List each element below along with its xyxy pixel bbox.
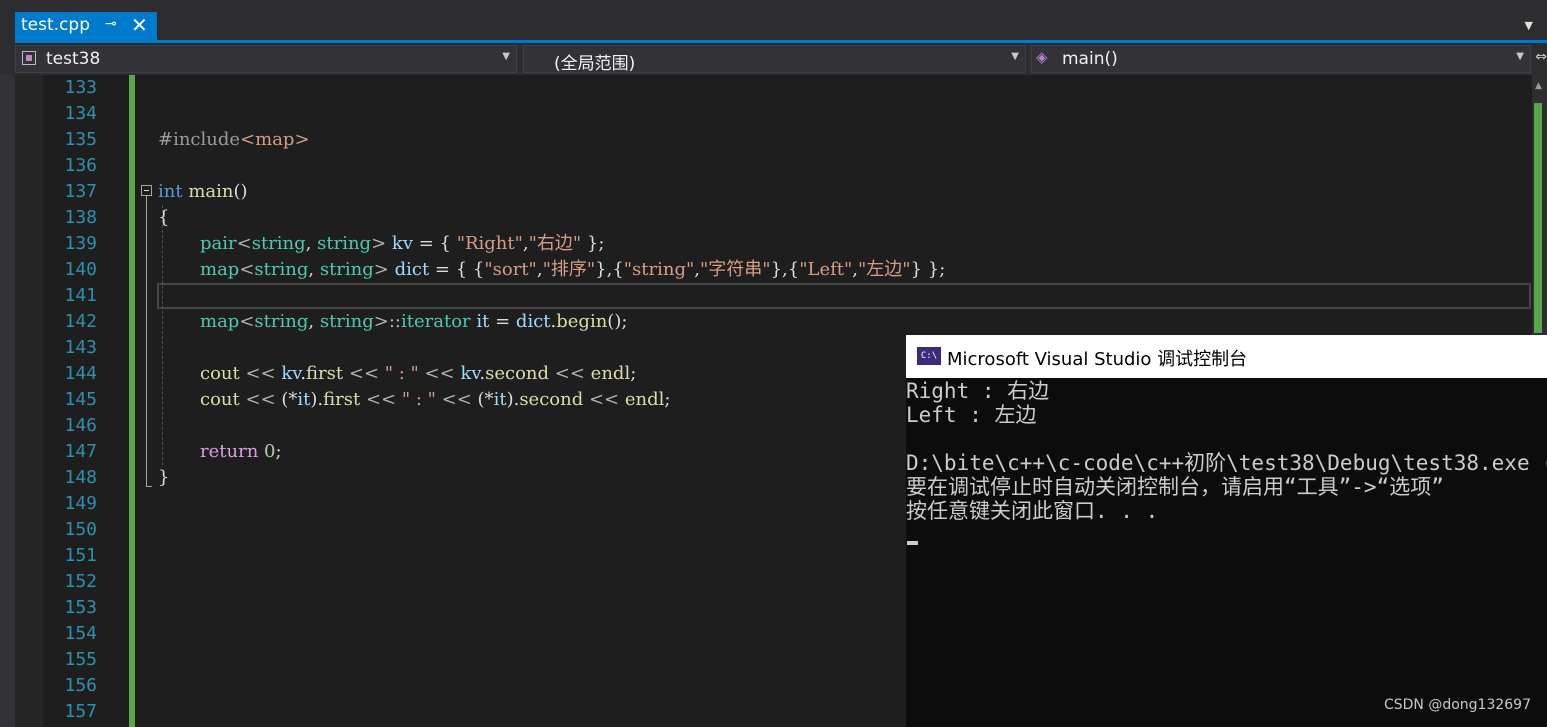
line-number: 157 bbox=[64, 701, 97, 722]
code-line-144[interactable]: cout << kv.first << " : " << kv.second <… bbox=[200, 361, 636, 387]
code-line-137[interactable]: int main() bbox=[158, 179, 248, 205]
console-title: Microsoft Visual Studio 调试控制台 bbox=[947, 349, 1248, 370]
line-number: 142 bbox=[64, 311, 97, 332]
line-number: 147 bbox=[64, 441, 97, 462]
tab-title[interactable]: test.cpp bbox=[21, 15, 90, 35]
line-number: 148 bbox=[64, 467, 97, 488]
line-number: 145 bbox=[64, 389, 97, 410]
line-number: 144 bbox=[64, 363, 97, 384]
console-cursor bbox=[907, 541, 918, 545]
console-line: Left : 左边 bbox=[906, 403, 1037, 427]
line-number: 136 bbox=[64, 155, 97, 176]
code-line-147[interactable]: return 0; bbox=[200, 439, 282, 465]
line-number: 141 bbox=[64, 285, 97, 306]
console-line: 要在调试停止时自动关闭控制台，请启用“工具”->“选项” bbox=[906, 475, 1444, 499]
close-icon[interactable]: ✕ bbox=[131, 14, 148, 36]
line-number: 155 bbox=[64, 649, 97, 670]
line-number: 146 bbox=[64, 415, 97, 436]
line-number: 143 bbox=[64, 337, 97, 358]
code-line-142[interactable]: map<string, string>::iterator it = dict.… bbox=[200, 309, 627, 335]
line-number: 153 bbox=[64, 597, 97, 618]
console-line: 按任意键关闭此窗口. . . bbox=[906, 499, 1159, 523]
outline-line bbox=[146, 196, 147, 486]
line-number: 151 bbox=[64, 545, 97, 566]
tab-dropdown-icon[interactable]: ▼ bbox=[1525, 19, 1533, 32]
line-number: 135 bbox=[64, 129, 97, 150]
chevron-down-icon[interactable]: ▼ bbox=[1516, 51, 1524, 62]
pin-icon[interactable]: ⊸ bbox=[105, 16, 117, 32]
scroll-up-icon[interactable]: ▲ bbox=[1535, 81, 1542, 91]
line-number: 154 bbox=[64, 623, 97, 644]
left-margin-strip bbox=[0, 75, 15, 727]
code-line-140[interactable]: map<string, string> dict = { {"sort","排序… bbox=[200, 257, 945, 283]
line-number: 152 bbox=[64, 571, 97, 592]
indicator-margin bbox=[15, 75, 43, 727]
split-editor-icon[interactable]: ⇔ bbox=[1535, 49, 1547, 65]
project-name: test38 bbox=[46, 49, 101, 69]
console-line: D:\bite\c++\c-code\c++初阶\test38\Debug\te… bbox=[906, 451, 1547, 475]
project-dropdown[interactable]: test38 ▼ bbox=[15, 45, 517, 73]
chevron-down-icon[interactable]: ▼ bbox=[502, 51, 510, 62]
change-tracking-bar bbox=[129, 75, 135, 727]
line-number: 137 bbox=[64, 181, 97, 202]
line-number: 139 bbox=[64, 233, 97, 254]
code-line-138[interactable]: { bbox=[158, 205, 169, 231]
console-app-icon: C:\ bbox=[917, 347, 941, 365]
member-dropdown[interactable]: ◈ main() ▼ bbox=[1031, 45, 1531, 73]
member-name: main() bbox=[1062, 49, 1118, 69]
code-line-148[interactable]: } bbox=[158, 465, 169, 491]
debug-console-window[interactable]: C:\ Microsoft Visual Studio 调试控制台 Right … bbox=[906, 335, 1547, 727]
code-line-135[interactable]: #include<map> bbox=[158, 127, 310, 153]
tab-test-cpp[interactable]: test.cpp ⊸ ✕ bbox=[15, 12, 157, 40]
console-title-bar[interactable]: C:\ Microsoft Visual Studio 调试控制台 bbox=[906, 335, 1547, 378]
scope-name: (全局范围) bbox=[554, 54, 636, 74]
scrollbar-thumb[interactable] bbox=[1534, 103, 1542, 333]
indent-guide bbox=[162, 205, 163, 465]
scope-dropdown[interactable]: (全局范围) ▼ bbox=[523, 45, 1026, 74]
line-number: 140 bbox=[64, 259, 97, 280]
code-line-145[interactable]: cout << (*it).first << " : " << (*it).se… bbox=[200, 387, 670, 413]
chevron-down-icon[interactable]: ▼ bbox=[1011, 51, 1019, 62]
project-icon bbox=[22, 51, 36, 65]
line-number: 156 bbox=[64, 675, 97, 696]
console-line: Right : 右边 bbox=[906, 379, 1050, 403]
navigation-bar: test38 ▼ (全局范围) ▼ ◈ main() ▼ ⇔ bbox=[0, 43, 1547, 75]
line-number: 133 bbox=[64, 77, 97, 98]
line-number: 150 bbox=[64, 519, 97, 540]
line-number: 134 bbox=[64, 103, 97, 124]
line-number: 138 bbox=[64, 207, 97, 228]
line-number: 149 bbox=[64, 493, 97, 514]
document-tab-strip: test.cpp ⊸ ✕ ▼ bbox=[0, 0, 1547, 40]
method-icon: ◈ bbox=[1036, 48, 1048, 66]
outline-end bbox=[146, 486, 152, 487]
code-line-139[interactable]: pair<string, string> kv = { "Right","右边"… bbox=[200, 231, 604, 257]
current-line-highlight bbox=[157, 283, 1531, 309]
watermark: CSDN @dong132697 bbox=[1383, 697, 1531, 713]
collapse-icon[interactable] bbox=[141, 185, 152, 196]
